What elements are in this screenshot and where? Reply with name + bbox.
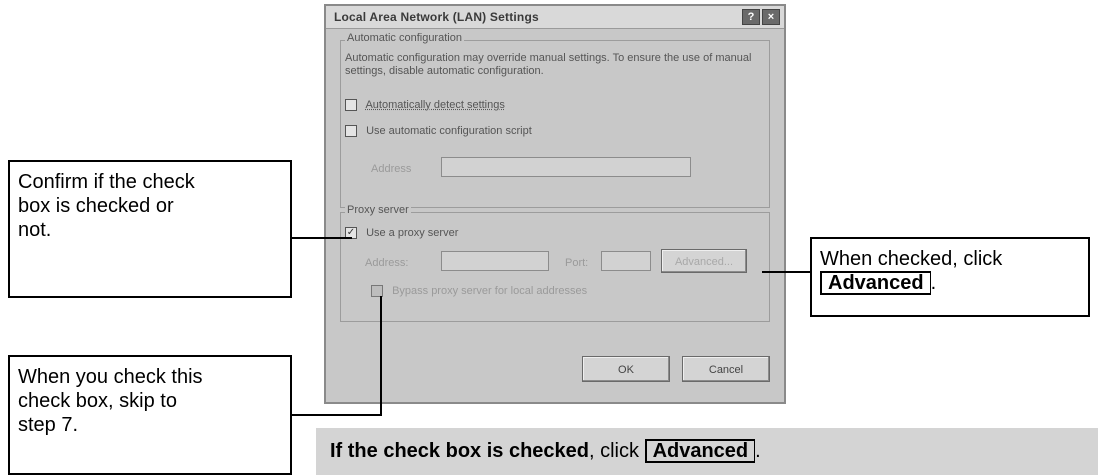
callout-text-line: not. (18, 219, 52, 241)
proxy-server-title: Proxy server (345, 204, 411, 216)
skip-step-callout: When you check this check box, skip to s… (8, 355, 292, 475)
auto-detect-row[interactable]: Automatically detect settings (345, 99, 505, 112)
auto-detect-label: Automatically detect settings (365, 99, 505, 111)
skip-connector-horizontal (292, 414, 382, 416)
automatic-configuration-group: Automatic configuration Automatic config… (340, 32, 770, 208)
auto-detect-checkbox[interactable] (345, 99, 357, 112)
bypass-proxy-row[interactable]: Bypass proxy server for local addresses (371, 285, 588, 298)
callout-text-line: step 7. (18, 414, 79, 436)
banner-middle-text: , click (589, 440, 645, 462)
auto-script-checkbox[interactable] (345, 125, 357, 138)
auto-script-row[interactable]: Use automatic configuration script (345, 125, 532, 138)
advanced-button[interactable]: Advanced... (661, 249, 747, 273)
lan-settings-dialog: Local Area Network (LAN) Settings ? × Au… (324, 4, 786, 404)
banner-advanced-key-label: Advanced (644, 439, 756, 463)
use-proxy-label: Use a proxy server (366, 227, 459, 239)
callout-text-line: When checked, click (820, 248, 1003, 270)
cancel-button[interactable]: Cancel (682, 356, 770, 382)
advanced-connector-line (762, 271, 810, 273)
callout-text-line: When you check this (18, 366, 203, 388)
script-address-label: Address (371, 163, 412, 175)
confirm-connector-line (292, 237, 352, 239)
automatic-configuration-description: Automatic configuration may override man… (345, 52, 752, 77)
advanced-key-label: Advanced (820, 271, 931, 295)
callout-suffix: . (930, 272, 937, 294)
proxy-address-label: Address: (365, 257, 409, 269)
confirm-checkbox-callout: Confirm if the check box is checked or n… (8, 160, 292, 298)
dialog-title: Local Area Network (LAN) Settings (334, 10, 539, 24)
callout-text-line: Confirm if the check (18, 171, 195, 193)
instruction-banner: If the check box is checked, click Advan… (316, 428, 1098, 475)
script-address-input[interactable] (441, 157, 691, 177)
advanced-instruction-callout: When checked, click Advanced. (810, 237, 1090, 317)
dialog-titlebar: Local Area Network (LAN) Settings ? × (326, 6, 784, 29)
help-button[interactable]: ? (742, 9, 760, 25)
proxy-address-input[interactable] (441, 251, 549, 271)
banner-bold-text: If the check box is checked (330, 440, 589, 462)
close-button[interactable]: × (762, 9, 780, 25)
callout-advanced-line: Advanced. (820, 271, 1080, 295)
proxy-server-group: Proxy server ✓ Use a proxy server Addres… (340, 204, 770, 322)
automatic-configuration-title: Automatic configuration (345, 32, 464, 44)
ok-button[interactable]: OK (582, 356, 670, 382)
callout-text-line: box is checked or (18, 195, 174, 217)
auto-script-label: Use automatic configuration script (366, 125, 532, 137)
bypass-proxy-label: Bypass proxy server for local addresses (392, 285, 588, 297)
proxy-port-input[interactable] (601, 251, 651, 271)
callout-text-line: check box, skip to (18, 390, 177, 412)
use-proxy-row[interactable]: ✓ Use a proxy server (345, 227, 459, 240)
skip-connector-vertical (380, 296, 382, 416)
proxy-port-label: Port: (565, 257, 589, 269)
banner-suffix: . (755, 440, 761, 462)
